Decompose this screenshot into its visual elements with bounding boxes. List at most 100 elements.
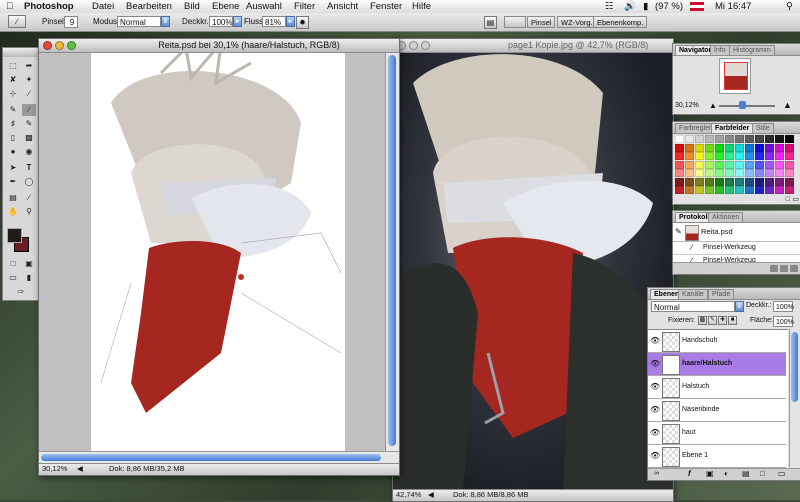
color-swatch[interactable]	[695, 160, 704, 169]
color-swatch[interactable]	[755, 177, 764, 186]
layers-scrollbar[interactable]	[789, 329, 800, 467]
color-swatch[interactable]	[785, 160, 794, 169]
color-swatch[interactable]	[695, 169, 704, 177]
color-swatch[interactable]	[785, 135, 794, 143]
hand-tool-icon[interactable]: ✋	[6, 206, 20, 218]
layer-row[interactable]: 👁 haut	[648, 422, 786, 445]
color-swatch[interactable]	[725, 143, 734, 152]
menu-ansicht[interactable]: Ansicht	[327, 1, 358, 12]
eraser-tool-icon[interactable]: ▯	[6, 132, 20, 144]
color-swatch[interactable]	[685, 177, 694, 186]
visibility-eye-icon[interactable]: 👁	[650, 428, 660, 437]
healing-brush-tool-icon[interactable]: ✎	[6, 104, 20, 116]
new-layer-icon[interactable]: □	[760, 469, 765, 478]
navigator-zoom[interactable]: 30,12%	[675, 102, 699, 109]
menu-bild[interactable]: Bild	[184, 1, 200, 12]
opacity-arrow-icon[interactable]: ▸	[233, 16, 242, 27]
delete-swatch-icon[interactable]: ▭	[792, 195, 799, 203]
lock-transparency-icon[interactable]: ▩	[698, 316, 707, 325]
delete-step-icon[interactable]	[790, 265, 798, 272]
layer-mask-icon[interactable]: ▣	[706, 469, 714, 478]
fill-field[interactable]: 100%	[773, 316, 794, 327]
color-swatch[interactable]	[705, 152, 714, 160]
layer-opacity-field[interactable]: 100%	[773, 301, 794, 312]
lock-all-icon[interactable]: ■	[728, 316, 737, 325]
tab-histogramm[interactable]: Histogramm	[729, 45, 775, 55]
color-swatch[interactable]	[785, 152, 794, 160]
color-swatch[interactable]	[775, 152, 784, 160]
palette-well-icon[interactable]: ▤	[484, 16, 497, 29]
color-swatch[interactable]	[715, 177, 724, 186]
color-swatch[interactable]	[785, 177, 794, 186]
zoom-out-icon[interactable]: ▲	[709, 101, 717, 110]
well-tab-wz-vorg[interactable]: WZ-Vorg.	[557, 16, 597, 28]
color-swatch[interactable]	[765, 177, 774, 186]
close-button[interactable]	[43, 41, 52, 50]
vertical-scrollbar[interactable]	[385, 53, 399, 452]
color-swatch[interactable]	[695, 152, 704, 160]
menu-fenster[interactable]: Fenster	[370, 1, 402, 12]
snapshot-brush-icon[interactable]: ✎	[675, 227, 682, 236]
color-swatch[interactable]	[705, 169, 714, 177]
color-swatch[interactable]	[725, 169, 734, 177]
color-swatch[interactable]	[715, 135, 724, 143]
color-swatch[interactable]	[715, 169, 724, 177]
layer-row[interactable]: 👁 Handschuh	[648, 330, 786, 353]
color-swatch[interactable]	[675, 186, 684, 194]
screen-mode-full-icon[interactable]: ▮	[22, 272, 36, 284]
screen-mode-standard-icon[interactable]: ▭	[6, 272, 20, 284]
brush-tool-icon[interactable]: ∕	[22, 104, 36, 116]
menu-ebene[interactable]: Ebene	[212, 1, 239, 12]
color-swatch[interactable]	[735, 135, 744, 143]
color-swatch[interactable]	[685, 152, 694, 160]
zoom-slider-knob[interactable]	[739, 101, 746, 109]
zoom-button[interactable]	[421, 41, 430, 50]
mode-select-arrow-icon[interactable]: ⇕	[161, 16, 170, 27]
eyedropper-tool-icon[interactable]: ∕	[22, 192, 36, 204]
quick-mask-icon[interactable]: ▣	[22, 258, 36, 270]
color-swatch[interactable]	[755, 169, 764, 177]
navigator-view-box[interactable]	[724, 62, 748, 90]
layer-row[interactable]: 👁 Ebene 1	[648, 445, 786, 468]
adjustment-layer-icon[interactable]: ◐	[724, 469, 729, 478]
color-swatch[interactable]	[745, 152, 754, 160]
tab-farbfelder[interactable]: Farbfelder	[711, 123, 754, 133]
well-tab-ebenenkomp[interactable]: Ebenenkomp.	[593, 16, 648, 28]
tab-stile[interactable]: Stile	[752, 123, 774, 133]
color-swatch[interactable]	[755, 152, 764, 160]
color-swatch[interactable]	[715, 152, 724, 160]
history-brush-tool-icon[interactable]: ✎	[22, 118, 36, 130]
airbrush-toggle-icon[interactable]: ✹	[296, 16, 309, 29]
wifi-icon[interactable]: ☷	[605, 1, 614, 12]
color-swatch[interactable]	[765, 186, 774, 194]
tab-info[interactable]: Info	[710, 45, 730, 55]
minimize-button[interactable]	[409, 41, 418, 50]
color-swatch[interactable]	[745, 135, 754, 143]
shape-tool-icon[interactable]: ◯	[22, 176, 36, 188]
blur-tool-icon[interactable]: ●	[6, 146, 20, 158]
title-bar[interactable]: page1 Kopie.jpg @ 42,7% (RGB/8)	[393, 39, 673, 53]
color-swatch[interactable]	[765, 135, 774, 143]
stamp-tool-icon[interactable]: ♯	[6, 118, 20, 130]
color-swatch[interactable]	[745, 143, 754, 152]
notes-tool-icon[interactable]: ▤	[6, 192, 20, 204]
color-swatch[interactable]	[725, 186, 734, 194]
zoom-slider[interactable]	[719, 105, 775, 107]
jump-to-imageready-icon[interactable]: ⇨	[11, 286, 31, 298]
color-swatch[interactable]	[735, 152, 744, 160]
lock-pixels-icon[interactable]: ✎	[708, 316, 717, 325]
color-swatch[interactable]	[785, 143, 794, 152]
color-swatch[interactable]	[755, 160, 764, 169]
opacity-field[interactable]: 100%	[209, 16, 233, 27]
title-bar[interactable]: Reita.psd bei 30,1% (haare/Halstuch, RGB…	[39, 39, 399, 53]
zoom-tool-icon[interactable]: ⚲	[22, 206, 36, 218]
color-swatch[interactable]	[685, 186, 694, 194]
path-select-tool-icon[interactable]: ➤	[6, 162, 20, 174]
keyboard-flag-icon[interactable]	[690, 2, 704, 11]
menu-bearbeiten[interactable]: Bearbeiten	[126, 1, 172, 12]
color-swatch[interactable]	[775, 186, 784, 194]
menu-filter[interactable]: Filter	[294, 1, 315, 12]
type-tool-icon[interactable]: T	[22, 162, 36, 174]
color-swatch[interactable]	[705, 177, 714, 186]
tool-preset-picker[interactable]: ∕	[8, 15, 26, 28]
